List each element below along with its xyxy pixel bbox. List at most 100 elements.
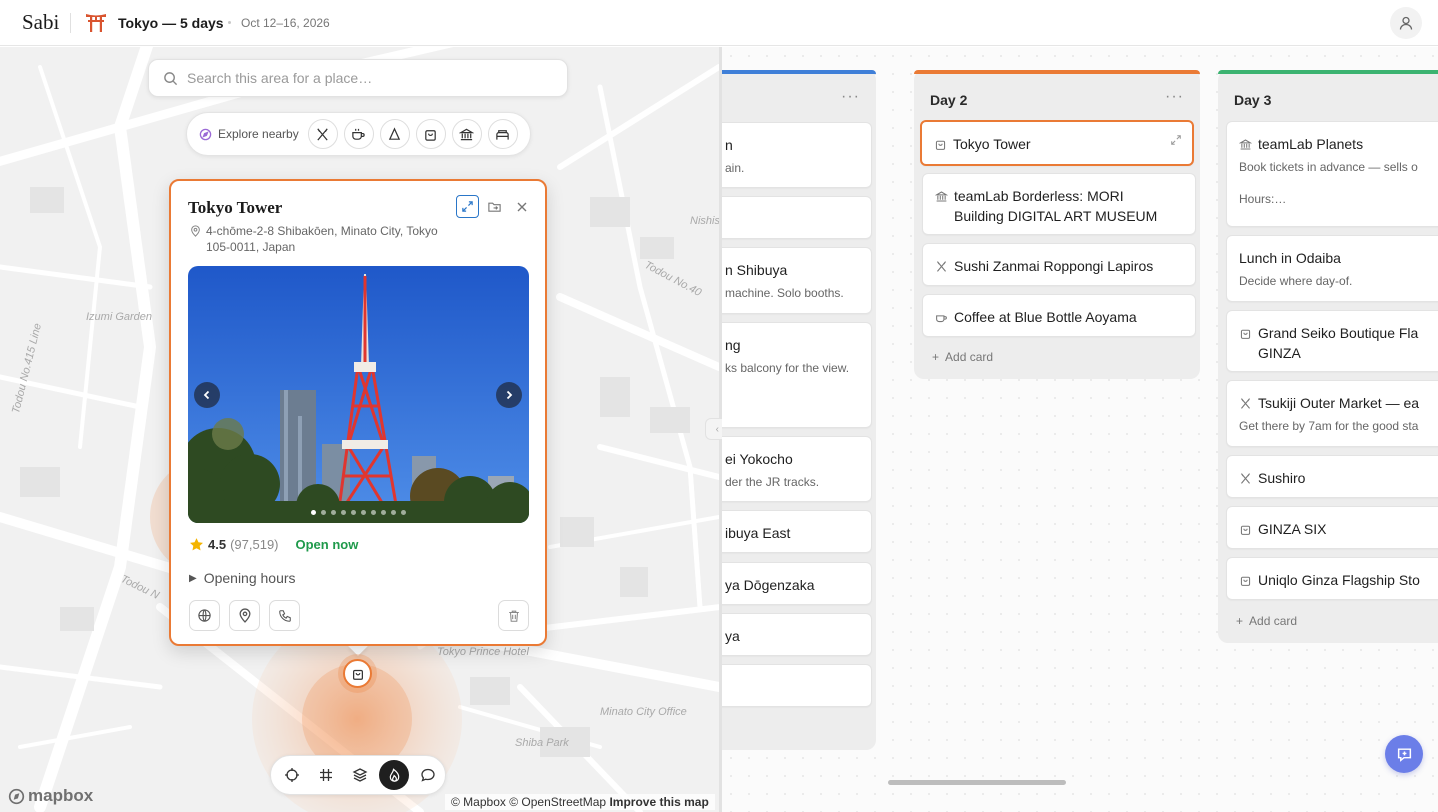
- grid-button[interactable]: [311, 760, 341, 790]
- itinerary-card[interactable]: Tsukiji Outer Market — ea Get there by 7…: [1226, 380, 1438, 447]
- column-color-bar: [914, 70, 1200, 74]
- user-button[interactable]: [1390, 7, 1422, 39]
- card-title-row: teamLab Borderless: MORI Building DIGITA…: [935, 186, 1175, 226]
- itinerary-card[interactable]: GINZA SIX: [1226, 506, 1438, 549]
- photo-dot[interactable]: [321, 510, 326, 515]
- photo-dot[interactable]: [391, 510, 396, 515]
- location-pin-icon: [191, 225, 200, 237]
- place-photo[interactable]: [188, 266, 529, 523]
- star-icon: [190, 538, 203, 551]
- card-title-row: Sushi Zanmai Roppongi Lapiros: [935, 256, 1175, 276]
- column-menu-button[interactable]: ···: [1165, 88, 1184, 106]
- itinerary-card[interactable]: Uniqlo Ginza Flagship Sto: [1226, 557, 1438, 600]
- mapbox-attribution-link[interactable]: © Mapbox: [451, 795, 506, 809]
- move-to-folder-button[interactable]: [483, 195, 506, 218]
- photo-dot[interactable]: [371, 510, 376, 515]
- itinerary-card[interactable]: n Shibuya machine. Solo booths.: [722, 247, 872, 314]
- photo-dot[interactable]: [341, 510, 346, 515]
- itinerary-card[interactable]: Sushi Zanmai Roppongi Lapiros: [922, 243, 1196, 286]
- add-card-label: Add card: [945, 350, 994, 364]
- website-button[interactable]: [189, 600, 220, 631]
- expand-icon[interactable]: [1170, 134, 1182, 146]
- column-menu-button[interactable]: ···: [841, 88, 860, 106]
- chevron-left-icon: ‹: [715, 423, 719, 435]
- card-title: teamLab Borderless: MORI Building DIGITA…: [954, 188, 1158, 224]
- opening-hours-toggle[interactable]: ▶ Opening hours: [189, 570, 296, 586]
- map-label: Minato City Office: [600, 706, 687, 718]
- museum-filter-button[interactable]: [451, 119, 482, 149]
- close-button[interactable]: [510, 195, 533, 218]
- place-popup: Tokyo Tower 4-chōme-2-8 Shibakōen, Minat…: [169, 179, 547, 646]
- map-search[interactable]: [148, 59, 568, 97]
- card-title: ya Dōgenzaka: [725, 577, 815, 593]
- card-title: Lunch in Odaiba: [1239, 250, 1341, 266]
- itinerary-card[interactable]: ya Dōgenzaka: [722, 562, 872, 605]
- divider: [70, 13, 71, 33]
- itinerary-card[interactable]: ibuya East: [722, 510, 872, 553]
- osm-attribution-link[interactable]: © OpenStreetMap: [509, 795, 606, 809]
- layers-button[interactable]: [345, 760, 375, 790]
- photo-dot[interactable]: [331, 510, 336, 515]
- itinerary-card[interactable]: Sushiro: [1226, 455, 1438, 498]
- next-photo-button[interactable]: [496, 382, 522, 408]
- shopping-filter-button[interactable]: [415, 119, 446, 149]
- grid-icon: [320, 769, 332, 781]
- itinerary-card[interactable]: ng ks balcony for the view.: [722, 322, 872, 428]
- photo-dot[interactable]: [361, 510, 366, 515]
- day-column-day-2: Day 2 ··· Tokyo Tower teamLab Borderless…: [914, 70, 1200, 379]
- call-button[interactable]: [269, 600, 300, 631]
- comment-button[interactable]: [413, 760, 443, 790]
- itinerary-card[interactable]: [722, 664, 872, 707]
- phone-icon: [278, 609, 291, 622]
- close-icon: [517, 202, 526, 211]
- itinerary-card[interactable]: ei Yokocho der the JR tracks.: [722, 436, 872, 502]
- compass-icon: [199, 128, 212, 140]
- itinerary-card[interactable]: Coffee at Blue Bottle Aoyama: [922, 294, 1196, 337]
- itinerary-card[interactable]: Lunch in Odaiba Decide where day-of.: [1226, 235, 1438, 302]
- add-card-button[interactable]: + Add card: [932, 350, 993, 364]
- place-marker[interactable]: [343, 659, 372, 688]
- expand-button[interactable]: [456, 195, 479, 218]
- itinerary-card[interactable]: teamLab Borderless: MORI Building DIGITA…: [922, 173, 1196, 235]
- improve-map-link[interactable]: Improve this map: [609, 795, 708, 809]
- itinerary-card[interactable]: teamLab Planets Book tickets in advance …: [1226, 121, 1438, 227]
- photo-dot[interactable]: [311, 510, 316, 515]
- photo-dot[interactable]: [381, 510, 386, 515]
- directions-button[interactable]: [229, 600, 260, 631]
- board-horizontal-scrollbar[interactable]: [888, 780, 1066, 785]
- tokyo-tower-photo: [188, 266, 529, 523]
- itinerary-board[interactable]: ··· n ain. n Shibuya machine. Solo booth…: [722, 47, 1438, 812]
- brand-logo[interactable]: Sabi: [22, 10, 59, 35]
- photo-dot[interactable]: [401, 510, 406, 515]
- mapbox-logo[interactable]: mapbox: [8, 786, 93, 806]
- day-column: ··· n ain. n Shibuya machine. Solo booth…: [722, 70, 876, 750]
- hotel-filter-button[interactable]: [487, 119, 518, 149]
- add-card-label: Add card: [1249, 614, 1298, 628]
- chat-icon: [1397, 747, 1411, 762]
- card-title: Uniqlo Ginza Flagship Sto: [1258, 572, 1420, 588]
- delete-button[interactable]: [498, 600, 529, 631]
- explore-nearby-button[interactable]: Explore nearby: [199, 127, 299, 141]
- itinerary-card[interactable]: Tokyo Tower: [920, 120, 1194, 166]
- previous-photo-button[interactable]: [194, 382, 220, 408]
- search-input[interactable]: [187, 70, 547, 86]
- heatmap-button[interactable]: [379, 760, 409, 790]
- restaurants-filter-button[interactable]: [307, 119, 338, 149]
- photo-dot[interactable]: [351, 510, 356, 515]
- itinerary-card[interactable]: Grand Seiko Boutique Fla GINZA: [1226, 310, 1438, 372]
- popup-toolbar: [456, 195, 533, 218]
- itinerary-card[interactable]: ya: [722, 613, 872, 656]
- cafe-filter-button[interactable]: [343, 119, 374, 149]
- mapbox-wordmark: mapbox: [28, 786, 94, 805]
- locate-button[interactable]: [277, 760, 307, 790]
- itinerary-card[interactable]: [722, 196, 872, 239]
- hotel-icon: [496, 129, 509, 140]
- attractions-filter-button[interactable]: [379, 119, 410, 149]
- column-title[interactable]: Day 3: [1234, 92, 1271, 108]
- chat-button[interactable]: [1385, 735, 1423, 773]
- itinerary-card[interactable]: n ain.: [722, 122, 872, 188]
- add-card-button[interactable]: + Add card: [1236, 614, 1297, 628]
- trip-title[interactable]: Tokyo — 5 days: [118, 15, 224, 31]
- layers-icon: [352, 768, 368, 782]
- column-title[interactable]: Day 2: [930, 92, 967, 108]
